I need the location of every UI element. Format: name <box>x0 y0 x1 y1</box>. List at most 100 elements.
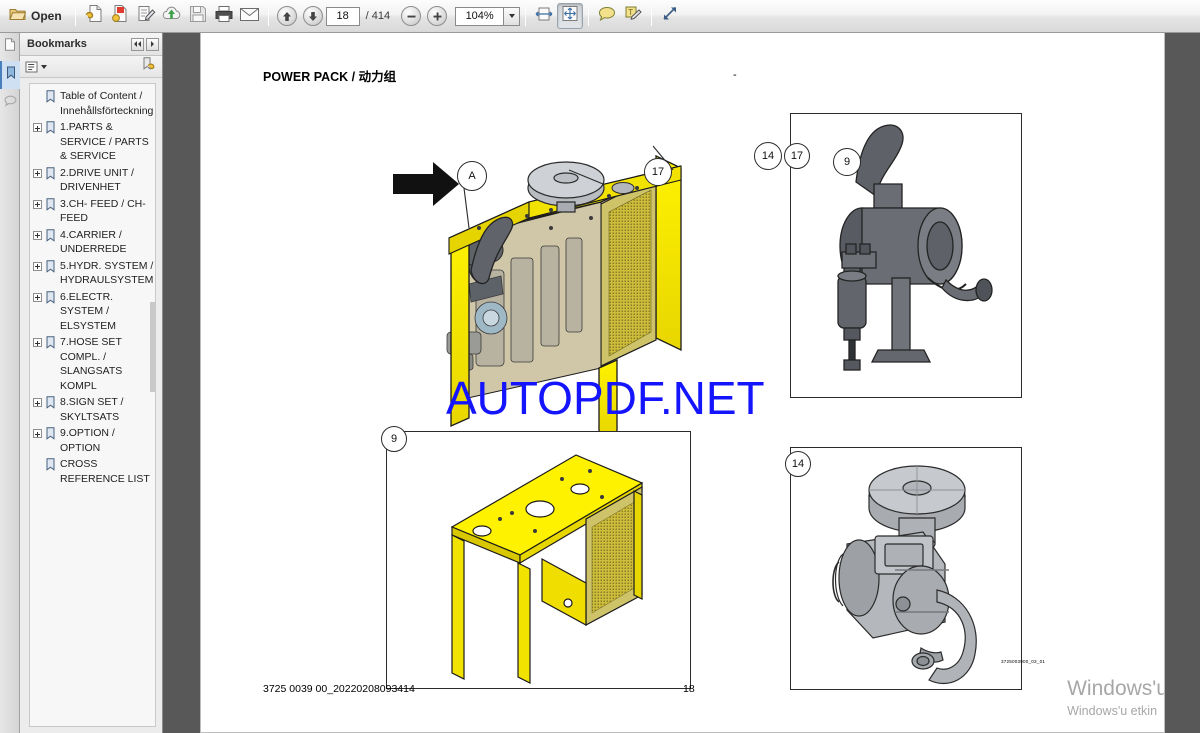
bookmark-item-label: 3.CH- FEED / CH-FEED <box>60 197 146 225</box>
bookmarks-list[interactable]: Table of Content / Innehållsförteckning … <box>29 83 156 727</box>
email-icon <box>239 6 260 27</box>
page-total-label: / 414 <box>365 10 391 22</box>
comments-tab[interactable] <box>0 89 20 117</box>
windows-activation-watermark: Windows'u Windows'u etkin <box>1067 677 1164 718</box>
expand-toggle-icon[interactable] <box>33 338 42 347</box>
open-button[interactable]: Open <box>4 3 70 29</box>
balloon-label: 9 <box>390 433 398 445</box>
save-icon <box>189 5 207 28</box>
email-button[interactable] <box>237 3 263 29</box>
expand-toggle-icon[interactable] <box>33 261 42 271</box>
expand-toggle-icon[interactable] <box>33 398 42 407</box>
fit-width-button[interactable] <box>531 3 557 29</box>
page-number-input[interactable]: 18 <box>325 6 360 26</box>
toolbar-separator-2 <box>267 6 269 26</box>
bookmark-item-label: 2.DRIVE UNIT / DRIVENHET <box>60 166 134 194</box>
bookmark-item[interactable]: 1.PARTS & SERVICE / PARTS & SERVICE <box>30 119 155 165</box>
bookmark-icon <box>45 259 56 273</box>
main-toolbar: Open 18 / 414 104% T <box>0 0 1200 33</box>
zoom-level-input[interactable]: 104% <box>455 6 504 26</box>
bookmark-item[interactable]: 6.ELECTR. SYSTEM / ELSYSTEM <box>30 289 155 335</box>
expand-toggle-icon[interactable] <box>33 168 42 178</box>
chevron-down-icon <box>41 64 47 69</box>
sticky-note-button[interactable] <box>594 3 620 29</box>
toolbar-separator-1 <box>74 6 76 26</box>
bookmark-icon <box>45 427 56 440</box>
bookmark-item[interactable]: CROSS REFERENCE LIST <box>30 456 155 487</box>
next-page-icon <box>302 6 323 26</box>
bookmarks-panel: Bookmarks Table of Content / Innehållsfö… <box>20 33 163 733</box>
balloon-label: 17 <box>790 150 804 162</box>
create-pdf-button[interactable] <box>81 3 107 29</box>
new-bookmark-button[interactable] <box>141 57 156 76</box>
balloon-label: 17 <box>651 166 665 178</box>
expand-toggle-icon[interactable] <box>33 292 42 302</box>
zoom-dropdown-button[interactable] <box>503 6 521 26</box>
bookmark-item-label: 6.ELECTR. SYSTEM / ELSYSTEM <box>60 290 117 332</box>
bookmark-item-label: 5.HYDR. SYSTEM / HYDRAULSYSTEM <box>60 259 154 287</box>
bookmark-item[interactable]: 5.HYDR. SYSTEM / HYDRAULSYSTEM <box>30 258 155 289</box>
expand-toggle-icon[interactable] <box>33 429 42 438</box>
site-watermark: AUTOPDF.NET <box>446 372 765 424</box>
edit-pdf-button[interactable] <box>133 3 159 29</box>
bookmark-icon <box>45 396 56 409</box>
expand-toggle-icon[interactable] <box>33 230 42 240</box>
expand-toggle-icon[interactable] <box>33 92 42 101</box>
bookmark-item-label: 9.OPTION / OPTION <box>60 427 115 454</box>
zoom-out-button[interactable] <box>398 3 424 29</box>
zoom-in-button[interactable] <box>424 3 450 29</box>
combine-files-icon <box>110 4 130 28</box>
bookmark-icon <box>45 90 56 103</box>
bookmark-item[interactable]: 3.CH- FEED / CH-FEED <box>30 196 155 227</box>
open-folder-icon <box>9 6 27 27</box>
bookmark-item[interactable]: 8.SIGN SET / SKYLTSATS <box>30 394 155 425</box>
bookmark-icon <box>45 290 56 304</box>
upload-cloud-icon <box>161 5 182 28</box>
navigation-pane-tabs <box>0 33 20 733</box>
bookmark-icon <box>5 66 17 84</box>
bookmark-options-button[interactable] <box>25 61 47 73</box>
expand-toggle-icon[interactable] <box>33 123 42 132</box>
balloon-label: A <box>468 170 476 182</box>
combine-files-button[interactable] <box>107 3 133 29</box>
chevron-down-icon <box>508 14 515 18</box>
zoom-in-icon <box>427 6 448 26</box>
bookmark-icon <box>45 197 56 211</box>
balloon-label: 14 <box>791 458 805 470</box>
bookmarks-scrollbar[interactable] <box>150 302 155 392</box>
bookmark-item[interactable]: Table of Content / Innehållsförteckning <box>30 88 155 119</box>
bookmark-item[interactable]: 7.HOSE SET COMPL. / SLANGSATS KOMPL <box>30 334 155 394</box>
expand-panel-button[interactable] <box>146 37 159 51</box>
bookmark-icon <box>45 336 56 349</box>
expand-toggle-icon[interactable] <box>33 460 42 469</box>
fullscreen-button[interactable] <box>657 3 683 29</box>
bookmarks-panel-header: Bookmarks <box>20 33 162 56</box>
edit-pdf-icon <box>136 4 156 28</box>
page-thumbnails-tab[interactable] <box>0 33 20 61</box>
bookmark-item[interactable]: 9.OPTION / OPTION <box>30 425 155 456</box>
document-viewport[interactable]: POWER PACK / 动力组 - A 17 14 9 17 9 14 AUT… <box>164 33 1200 733</box>
collapse-panel-button[interactable] <box>131 37 144 51</box>
toolbar-separator-4 <box>588 6 590 26</box>
bookmark-item[interactable]: 2.DRIVE UNIT / DRIVENHET <box>30 165 155 196</box>
page-thumbnail-icon <box>4 38 16 56</box>
bookmark-item-label: 4.CARRIER / UNDERREDE <box>60 228 127 256</box>
print-button[interactable] <box>211 3 237 29</box>
bookmark-item-label: CROSS REFERENCE LIST <box>60 458 150 485</box>
balloon-main-14: 14 <box>754 142 782 170</box>
highlight-text-button[interactable]: T <box>620 3 646 29</box>
windows-watermark-line2: Windows'u etkin <box>1067 704 1158 718</box>
balloon-detail-17: 17 <box>784 143 810 169</box>
save-button[interactable] <box>185 3 211 29</box>
bookmark-icon <box>45 228 56 242</box>
next-page-button[interactable] <box>300 3 326 29</box>
bookmarks-tab[interactable] <box>0 61 20 89</box>
upload-cloud-button[interactable] <box>159 3 185 29</box>
fit-page-button[interactable] <box>557 3 584 29</box>
muffler-illustration <box>837 124 993 371</box>
previous-page-button[interactable] <box>274 3 300 29</box>
balloon-detail-14: 14 <box>785 451 811 477</box>
expand-toggle-icon[interactable] <box>33 199 42 209</box>
bookmark-item[interactable]: 4.CARRIER / UNDERREDE <box>30 227 155 258</box>
page-title: POWER PACK / 动力组 <box>263 70 397 84</box>
